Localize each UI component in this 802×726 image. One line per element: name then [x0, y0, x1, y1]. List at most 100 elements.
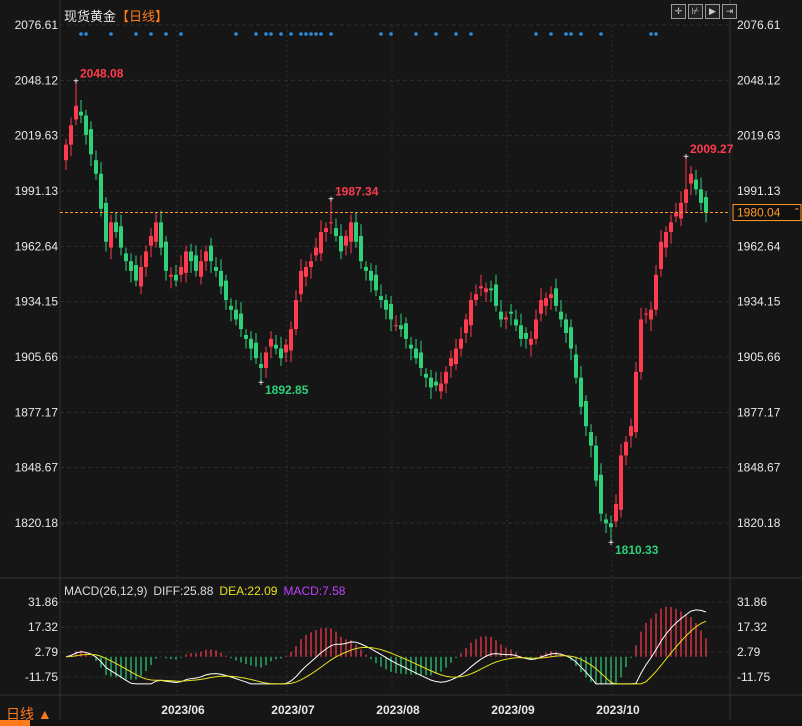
candle-up — [179, 266, 183, 275]
crosshair-icon[interactable]: ✛ — [671, 4, 686, 19]
candle-up — [659, 241, 663, 269]
price-axis-label-right: 2019.63 — [737, 129, 781, 143]
bottom-tab-active[interactable] — [0, 720, 30, 726]
price-axis-label-right: 2048.12 — [737, 73, 781, 87]
jump-to-end-icon[interactable]: ⇥ — [722, 4, 737, 19]
candle-down — [114, 222, 118, 233]
event-marker — [289, 32, 293, 36]
macd-diff: DIFF:25.88 — [153, 584, 214, 598]
event-marker — [379, 32, 383, 36]
low-annotation: 1892.85 — [265, 383, 309, 397]
event-marker — [279, 32, 283, 36]
candle-down — [569, 327, 573, 349]
scroll-up-icon: ⌃ — [793, 207, 801, 217]
candle-down — [379, 296, 383, 301]
play-icon[interactable]: ▶ — [705, 4, 720, 19]
price-axis-label-left: 1962.64 — [15, 239, 59, 253]
candle-up — [139, 266, 143, 287]
candle-up — [669, 222, 673, 233]
macd-axis-label-left: 31.86 — [28, 595, 58, 609]
candle-up — [654, 274, 658, 310]
chart-canvas[interactable]: 2076.61 2076.61 2048.12 2048.12 2019.63 2019.… — [0, 0, 802, 726]
event-marker — [599, 32, 603, 36]
candle-up — [349, 222, 353, 242]
candle-up — [629, 426, 633, 436]
candle-down — [489, 288, 493, 291]
price-axis-label-left: 1934.15 — [15, 295, 59, 309]
candle-down — [699, 189, 703, 203]
candle-up — [644, 313, 648, 315]
candle-up — [674, 212, 678, 217]
candle-down — [244, 334, 248, 339]
candle-down — [609, 523, 613, 528]
candle-down — [334, 228, 338, 236]
last-price-label: 1980.04 — [737, 206, 781, 220]
candle-down — [239, 313, 243, 330]
candle-down — [434, 381, 438, 386]
candle-up — [464, 319, 468, 334]
candle-up — [624, 441, 628, 456]
event-marker — [534, 32, 538, 36]
candle-down — [89, 129, 93, 155]
candle-up — [204, 251, 208, 262]
candle-down — [519, 325, 523, 339]
price-axis-label-left: 1877.17 — [15, 405, 59, 419]
x-axis-label: 2023/08 — [376, 703, 420, 717]
candle-up — [289, 329, 293, 351]
candle-down — [164, 241, 168, 271]
chart-toolbar: ✛ ⊬ ▶ ⇥ — [671, 4, 737, 19]
candle-up — [459, 338, 463, 349]
candle-up — [454, 348, 458, 365]
candle-down — [594, 445, 598, 481]
candle-up — [344, 235, 348, 246]
macd-axis-label-left: -11.75 — [25, 670, 58, 684]
candle-up — [614, 503, 618, 522]
candle-up — [169, 274, 173, 277]
candle-down — [599, 474, 603, 514]
candle-down — [584, 401, 588, 427]
diff-line — [65, 609, 707, 685]
candle-down — [189, 251, 193, 262]
bottom-tabs — [0, 720, 802, 726]
candle-down — [554, 288, 558, 306]
candle-down — [259, 364, 263, 368]
candle-up — [539, 300, 543, 314]
candle-down — [424, 373, 428, 378]
candle-down — [194, 255, 198, 271]
candle-down — [214, 266, 218, 271]
event-marker — [654, 32, 658, 36]
price-axis-label-right: 1934.15 — [737, 295, 781, 309]
candle-down — [509, 311, 513, 314]
extreme-marker: + — [608, 538, 614, 549]
macd-axis-label-right: 2.79 — [737, 645, 761, 659]
candle-down — [274, 344, 278, 349]
price-axis-label-right: 1848.67 — [737, 461, 781, 475]
candle-up — [154, 222, 158, 242]
candle-down — [219, 270, 223, 287]
candle-down — [224, 280, 228, 301]
candle-up — [664, 232, 668, 248]
x-axis-label: 2023/09 — [491, 703, 535, 717]
extreme-marker: + — [258, 378, 264, 389]
candle-down — [119, 226, 123, 248]
price-axis-label-right: 1962.64 — [737, 239, 781, 253]
candle-down — [209, 245, 213, 262]
candle-down — [359, 235, 363, 262]
event-marker — [319, 32, 323, 36]
event-marker — [109, 32, 113, 36]
event-marker — [549, 32, 553, 36]
event-marker — [299, 32, 303, 36]
candle-down — [414, 348, 418, 359]
candle-up — [549, 294, 553, 299]
macd-axis-label-left: 17.32 — [28, 620, 58, 634]
dea-line — [65, 620, 707, 685]
candle-down — [589, 432, 593, 446]
price-axis-label-left: 2019.63 — [15, 129, 59, 143]
candle-up — [199, 261, 203, 277]
zoom-in-icon[interactable]: ⊬ — [688, 4, 703, 19]
chart-title: 现货黄金【日线】 — [64, 6, 168, 25]
candle-up — [294, 300, 298, 330]
candle-down — [354, 222, 358, 242]
candle-up — [634, 371, 638, 433]
x-axis-label: 2023/10 — [596, 703, 640, 717]
